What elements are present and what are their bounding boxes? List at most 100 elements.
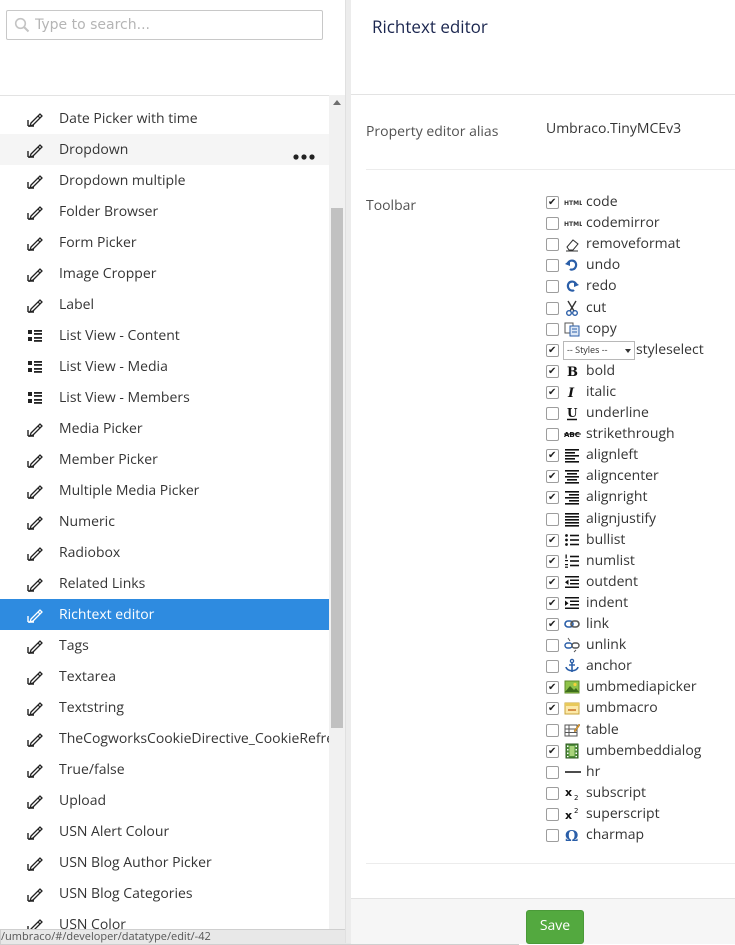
checkbox[interactable] — [546, 447, 559, 463]
toolbar-option-numlist: numlist — [546, 551, 735, 572]
tree-item[interactable]: Radiobox — [0, 537, 329, 568]
checkbox[interactable] — [546, 259, 559, 273]
align-center-icon — [564, 468, 580, 484]
toolbar-option-label: subscript — [586, 782, 647, 802]
tree-item[interactable]: Date Picker with time — [0, 103, 329, 134]
underline-icon: U — [564, 405, 580, 421]
more-options-icon[interactable] — [293, 146, 315, 160]
tree-item[interactable]: Richtext editor — [0, 599, 329, 630]
toolbar-option-charmap: Ωcharmap — [546, 825, 735, 846]
tree-item[interactable]: USN Blog Categories — [0, 878, 329, 909]
tree-item[interactable]: Form Picker — [0, 227, 329, 258]
tree-item[interactable]: Folder Browser — [0, 196, 329, 227]
indent-icon — [564, 595, 580, 611]
tree-item[interactable]: Numeric — [0, 506, 329, 537]
toolbar-option-label: removeformat — [586, 234, 681, 254]
svg-text:B: B — [567, 365, 578, 379]
html-icon: HTML — [564, 215, 583, 231]
checkbox[interactable] — [546, 342, 559, 357]
tree-item[interactable]: List View - Members — [0, 382, 329, 413]
checkbox[interactable] — [546, 743, 559, 758]
tree-item-label: Richtext editor — [59, 605, 155, 624]
search-box[interactable] — [6, 10, 323, 40]
tree-item[interactable]: Dropdown multiple — [0, 165, 329, 196]
eraser-icon — [564, 236, 580, 252]
checkbox[interactable] — [546, 428, 559, 442]
toolbar-option-label: code — [586, 192, 618, 211]
checkbox[interactable] — [546, 322, 559, 336]
checkbox[interactable] — [546, 765, 559, 779]
tree-item[interactable]: Textarea — [0, 661, 329, 692]
list-icon — [26, 327, 44, 345]
toolbar-option-label: styleselect — [636, 339, 704, 359]
checkbox[interactable] — [546, 616, 559, 631]
checkbox[interactable] — [546, 238, 559, 252]
search-input[interactable] — [33, 14, 317, 36]
tree-scrollbar[interactable] — [329, 95, 345, 930]
tree-item[interactable]: True/false — [0, 754, 329, 785]
checkbox[interactable] — [546, 660, 559, 674]
toolbar-option-superscript: x 2 superscript — [546, 804, 735, 825]
checkbox[interactable] — [546, 301, 559, 315]
checkbox[interactable] — [546, 512, 559, 526]
checkbox[interactable] — [546, 679, 559, 695]
checkbox[interactable] — [546, 194, 559, 209]
checkbox[interactable] — [546, 595, 559, 610]
checkbox[interactable] — [546, 280, 559, 294]
tree-item[interactable]: List View - Media — [0, 351, 329, 382]
tree-item[interactable]: TheCogworksCookieDirective_CookieRefre — [0, 723, 329, 754]
tree-item[interactable]: USN Blog Author Picker — [0, 847, 329, 878]
checkbox[interactable] — [546, 532, 559, 547]
checkbox[interactable] — [546, 700, 559, 716]
tree-item[interactable]: Media Picker — [0, 413, 329, 444]
tree-item-label: Date Picker with time — [59, 109, 198, 128]
tree-item-label: USN Alert Colour — [59, 822, 170, 841]
checkbox[interactable] — [546, 489, 559, 505]
tree-item[interactable]: USN Color — [0, 909, 329, 931]
checkbox[interactable] — [546, 807, 559, 821]
checkbox[interactable] — [546, 363, 559, 378]
page-title: Richtext editor — [372, 15, 488, 38]
checkbox[interactable] — [546, 639, 559, 653]
alias-label: Property editor alias — [366, 122, 499, 141]
bold-icon: B — [564, 363, 580, 380]
checkbox[interactable] — [546, 468, 559, 484]
checkbox[interactable] — [546, 384, 559, 399]
tree-item-label: List View - Members — [59, 388, 190, 407]
checkbox[interactable] — [546, 217, 559, 231]
save-button[interactable]: Save — [526, 910, 584, 944]
tree-item-label: True/false — [59, 760, 125, 779]
svg-text:I: I — [567, 386, 575, 400]
checkbox[interactable] — [546, 829, 559, 842]
tree-item[interactable]: USN Alert Colour — [0, 816, 329, 847]
tree-item[interactable]: Member Picker — [0, 444, 329, 475]
tree-item[interactable]: Textstring — [0, 692, 329, 723]
styles-dropdown: -- Styles -- — [563, 340, 635, 360]
toolbar-option-redo: redo — [546, 276, 735, 297]
hr-icon — [564, 764, 581, 780]
tree-item[interactable]: Dropdown — [0, 134, 329, 165]
tree-item-label: Folder Browser — [59, 202, 159, 221]
tree-item[interactable]: Upload — [0, 785, 329, 816]
tree-item[interactable]: Multiple Media Picker — [0, 475, 329, 506]
scroll-thumb[interactable] — [331, 208, 343, 728]
checkbox[interactable] — [546, 407, 559, 420]
scroll-up-arrow[interactable] — [333, 100, 341, 105]
tree-item-label: Textarea — [59, 667, 117, 686]
checkbox[interactable] — [546, 574, 559, 589]
align-right-icon — [564, 489, 580, 505]
tree-item[interactable]: List View - Content — [0, 320, 329, 351]
checkbox[interactable] — [546, 723, 559, 737]
tree-item[interactable]: Related Links — [0, 568, 329, 599]
redo-icon — [564, 278, 580, 294]
tree-item[interactable]: Image Cropper — [0, 258, 329, 289]
checkbox[interactable] — [546, 553, 559, 568]
edit-icon — [26, 854, 44, 872]
undo-icon — [564, 257, 580, 273]
tree-item[interactable]: Tags — [0, 630, 329, 661]
edit-icon — [26, 668, 44, 686]
film-icon — [564, 743, 580, 759]
toolbar-option-hr: hr — [546, 762, 735, 783]
tree-item[interactable]: Label — [0, 289, 329, 320]
checkbox[interactable] — [546, 786, 559, 800]
